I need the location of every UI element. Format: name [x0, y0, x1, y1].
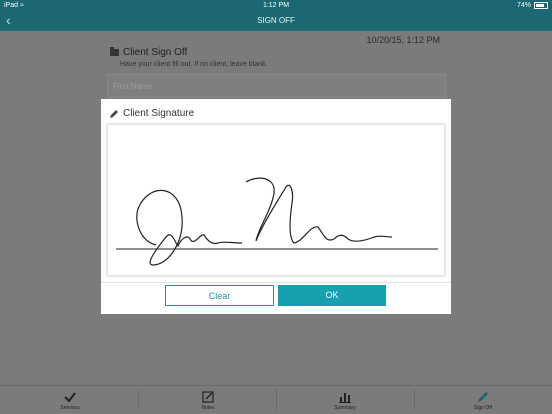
battery-icon — [534, 2, 548, 9]
edit-note-icon — [202, 391, 214, 403]
first-name-field[interactable]: First Name — [107, 74, 446, 98]
tab-sign-off[interactable]: Sign Off — [453, 386, 513, 414]
status-bar: iPad ≈ 1:12 PM 74% — [0, 0, 552, 11]
folder-icon — [110, 47, 119, 56]
bar-chart-icon — [339, 393, 351, 403]
section-subtitle: Have your client fill out. If no client,… — [120, 61, 268, 68]
signature-stroke-first — [137, 189, 243, 266]
sign-off-datetime: 10/20/15, 1:12 PM — [366, 35, 440, 45]
tab-services[interactable]: Services — [40, 386, 100, 414]
tab-summary[interactable]: Summary — [315, 386, 375, 414]
signature-stroke-loop — [136, 208, 157, 246]
status-time: 1:12 PM — [262, 2, 290, 9]
clear-button[interactable]: Clear — [165, 285, 274, 306]
modal-title-label: Client Signature — [123, 108, 195, 119]
tab-divider — [138, 390, 139, 410]
tab-services-label: Services — [60, 405, 80, 411]
tab-divider — [414, 390, 415, 410]
pencil-icon — [478, 392, 488, 402]
tab-divider — [276, 390, 277, 410]
tab-bar: Services Notes Summary Sign Off — [0, 385, 552, 414]
page-title: SIGN OFF — [257, 16, 295, 25]
section-title-label: Client Sign Off — [123, 47, 188, 58]
signature-pad[interactable] — [107, 124, 445, 276]
tab-sign-off-label: Sign Off — [474, 405, 492, 411]
signature-stroke-second — [245, 177, 393, 244]
modal-divider — [101, 282, 451, 283]
pencil-icon — [110, 109, 118, 118]
tab-notes[interactable]: Notes — [178, 386, 238, 414]
signature-modal: Client Signature — [101, 99, 451, 314]
signature-drawing — [116, 177, 438, 266]
ok-button[interactable]: OK — [278, 285, 386, 306]
battery-percent: 74% — [516, 2, 531, 9]
section-title: Client Sign Off — [110, 47, 187, 58]
chevron-left-icon[interactable]: ‹ — [6, 11, 11, 29]
tab-summary-label: Summary — [334, 405, 356, 411]
checkmark-icon — [64, 392, 76, 403]
tab-notes-label: Notes — [201, 405, 215, 411]
battery-indicator: 74% — [517, 0, 548, 11]
nav-bar: ‹ SIGN OFF — [0, 11, 552, 31]
modal-title: Client Signature — [109, 108, 194, 119]
